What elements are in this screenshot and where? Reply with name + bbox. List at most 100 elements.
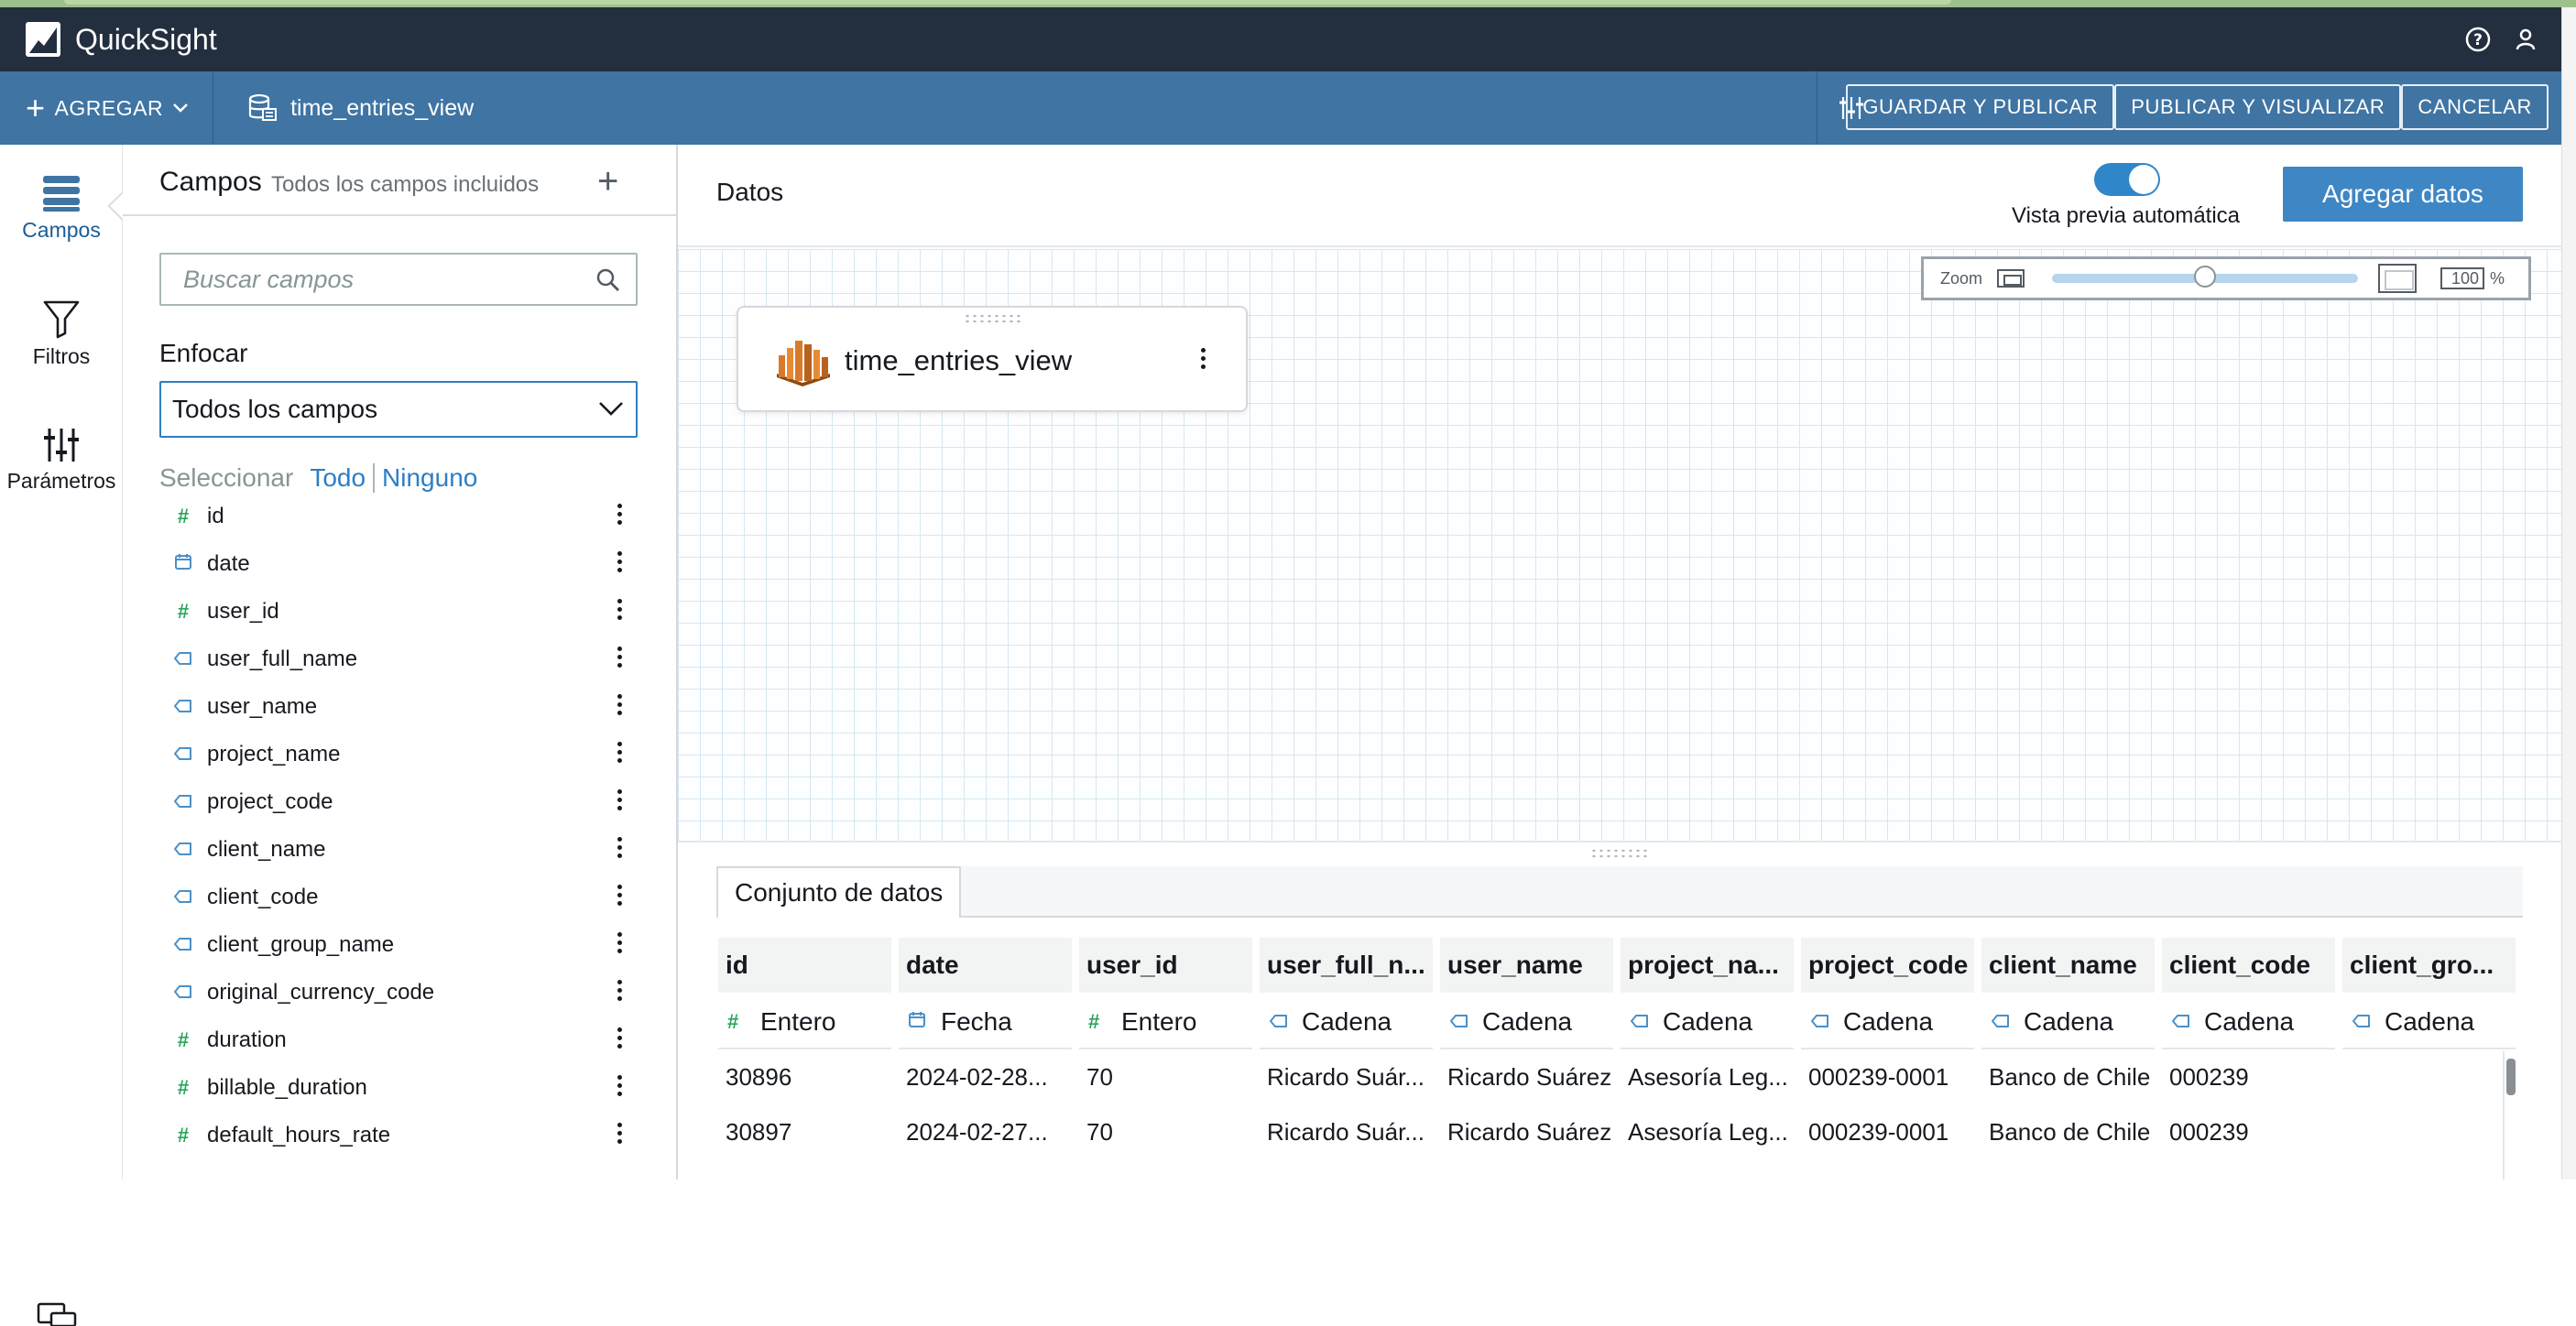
table-cell[interactable]: 000239-0001 (1801, 1104, 1974, 1159)
select-all-link[interactable]: Todo (310, 463, 366, 493)
zoom-value[interactable]: 100 (2440, 267, 2485, 289)
field-item[interactable]: # id (159, 493, 654, 540)
field-menu-icon[interactable] (617, 551, 623, 576)
search-icon[interactable] (595, 267, 621, 293)
field-item[interactable]: user_full_name (159, 636, 654, 683)
nav-parameters[interactable]: Parámetros (0, 427, 123, 494)
column-type-selector[interactable]: Fecha (899, 996, 1072, 1049)
field-menu-icon[interactable] (617, 694, 623, 719)
table-cell[interactable]: Ricardo Suár... (1260, 1049, 1433, 1104)
field-menu-icon[interactable] (617, 789, 623, 814)
field-menu-icon[interactable] (617, 932, 623, 957)
field-menu-icon[interactable] (617, 504, 623, 528)
field-item[interactable]: # default_hours_rate (159, 1112, 654, 1159)
table-scrollbar[interactable] (2503, 1051, 2519, 1179)
table-cell[interactable] (2342, 1049, 2516, 1104)
field-menu-icon[interactable] (617, 837, 623, 862)
table-cell[interactable]: 30897 (718, 1104, 891, 1159)
search-input[interactable] (161, 255, 564, 304)
field-item[interactable]: date (159, 540, 654, 588)
column-type-selector[interactable]: Cadena (2342, 996, 2516, 1049)
field-menu-icon[interactable] (617, 1075, 623, 1100)
column-type-selector[interactable]: Cadena (1981, 996, 2155, 1049)
field-item[interactable]: # duration (159, 1016, 654, 1064)
panel-resize-handle[interactable] (1590, 848, 1649, 859)
nav-fields[interactable]: Campos (0, 172, 123, 243)
user-icon[interactable] (2512, 26, 2539, 53)
table-cell[interactable]: 2024-02-27... (899, 1104, 1072, 1159)
table-cell[interactable]: Ricardo Suárez (1440, 1104, 1613, 1159)
table-cell[interactable]: Asesoría Leg... (1621, 1104, 1794, 1159)
table-cell[interactable]: Ricardo Suárez (1440, 1049, 1613, 1104)
add-data-button[interactable]: Agregar datos (2283, 167, 2523, 222)
fit-to-screen-icon[interactable] (2378, 264, 2418, 293)
column-type-selector[interactable]: Cadena (1621, 996, 1794, 1049)
table-cell[interactable]: Ricardo Suár... (1260, 1104, 1433, 1159)
column-header[interactable]: id (718, 938, 891, 993)
dataset-node[interactable]: time_entries_view (737, 306, 1248, 412)
column-header[interactable]: project_na... (1621, 938, 1794, 993)
zoom-out-icon[interactable] (1997, 269, 2025, 288)
zoom-slider-thumb[interactable] (2194, 266, 2217, 288)
help-icon[interactable]: ? (2464, 26, 2492, 53)
dataset-name-field[interactable]: time_entries_view (246, 92, 474, 124)
column-header[interactable]: client_code (2162, 938, 2335, 993)
table-cell[interactable]: 000239 (2162, 1049, 2335, 1104)
table-cell[interactable] (2342, 1104, 2516, 1159)
autopreview-toggle[interactable] (2094, 163, 2160, 196)
feedback-icon[interactable] (37, 1302, 77, 1326)
focus-select[interactable]: Todos los campos (159, 381, 638, 438)
field-menu-icon[interactable] (617, 980, 623, 1005)
field-menu-icon[interactable] (617, 1027, 623, 1052)
field-menu-icon[interactable] (617, 885, 623, 909)
table-cell[interactable]: 000239-0001 (1801, 1049, 1974, 1104)
column-header[interactable]: user_id (1079, 938, 1252, 993)
field-item[interactable]: # user_id (159, 588, 654, 636)
select-none-link[interactable]: Ninguno (382, 463, 477, 493)
field-item[interactable]: client_group_name (159, 921, 654, 969)
publish-view-button[interactable]: PUBLICAR Y VISUALIZAR (2114, 84, 2402, 130)
field-item[interactable]: project_name (159, 731, 654, 778)
column-type-selector[interactable]: Cadena (1801, 996, 1974, 1049)
add-menu-button[interactable]: + AGREGAR (26, 89, 189, 127)
zoom-slider[interactable] (2052, 266, 2359, 288)
field-item[interactable]: client_code (159, 874, 654, 921)
field-item[interactable]: original_currency_code (159, 969, 654, 1016)
table-cell[interactable]: 70 (1079, 1104, 1252, 1159)
field-menu-icon[interactable] (617, 647, 623, 671)
save-publish-button[interactable]: GUARDAR Y PUBLICAR (1846, 84, 2115, 130)
field-menu-icon[interactable] (617, 599, 623, 624)
table-cell[interactable]: 000239 (2162, 1104, 2335, 1159)
tab-dataset[interactable]: Conjunto de datos (716, 866, 962, 918)
column-type-selector[interactable]: # Entero (1079, 996, 1252, 1049)
join-canvas-grid[interactable]: Zoom 100 % time_entries_view (678, 249, 2561, 842)
column-type-selector[interactable]: Cadena (2162, 996, 2335, 1049)
column-header[interactable]: date (899, 938, 1072, 993)
table-cell[interactable]: 70 (1079, 1049, 1252, 1104)
column-header[interactable]: project_code (1801, 938, 1974, 993)
table-cell[interactable]: 30896 (718, 1049, 891, 1104)
table-cell[interactable]: Asesoría Leg... (1621, 1049, 1794, 1104)
table-cell[interactable]: Banco de Chile (1981, 1049, 2155, 1104)
add-field-button[interactable]: + (597, 161, 618, 202)
table-cell[interactable]: 2024-02-28... (899, 1049, 1072, 1104)
cancel-button[interactable]: CANCELAR (2401, 84, 2549, 130)
field-item[interactable]: # billable_duration (159, 1064, 654, 1112)
column-header[interactable]: user_full_n... (1260, 938, 1433, 993)
quicksight-logo-icon[interactable] (26, 22, 60, 57)
column-header[interactable]: client_name (1981, 938, 2155, 993)
table-cell[interactable]: Banco de Chile (1981, 1104, 2155, 1159)
field-menu-icon[interactable] (617, 742, 623, 766)
field-item[interactable]: user_name (159, 683, 654, 731)
node-menu-icon[interactable] (1201, 348, 1206, 373)
field-item[interactable]: project_code (159, 778, 654, 826)
field-item[interactable]: client_name (159, 826, 654, 874)
nav-filters[interactable]: Filtros (0, 299, 123, 369)
column-type-selector[interactable]: Cadena (1260, 996, 1433, 1049)
column-type-selector[interactable]: # Entero (718, 996, 891, 1049)
column-header[interactable]: user_name (1440, 938, 1613, 993)
column-type-selector[interactable]: Cadena (1440, 996, 1613, 1049)
drag-handle[interactable] (964, 313, 1022, 324)
field-menu-icon[interactable] (617, 1123, 623, 1147)
column-header[interactable]: client_gro... (2342, 938, 2516, 993)
